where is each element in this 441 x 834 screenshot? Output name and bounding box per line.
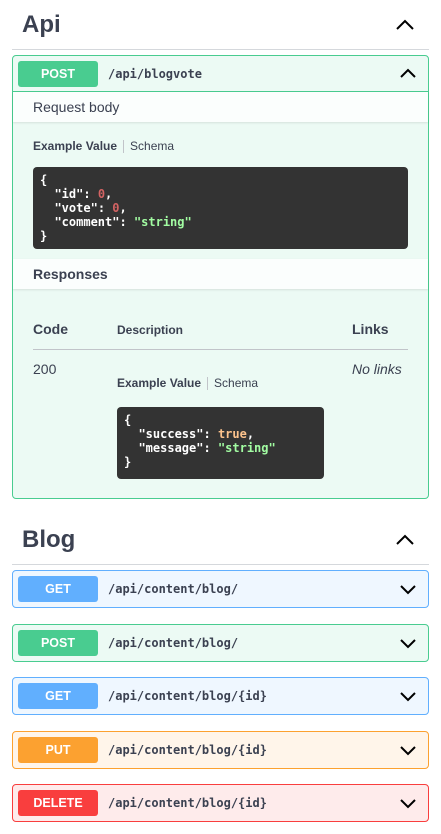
operation-get: GET/api/content/blog/{id} <box>12 677 429 715</box>
method-badge: POST <box>18 60 98 87</box>
method-badge: PUT <box>18 737 98 763</box>
response-example-tabs: Example Value Schema <box>117 376 258 390</box>
expand-operation-button[interactable] <box>395 576 421 602</box>
operation-path: /api/content/blog/ <box>108 636 239 650</box>
tab-schema[interactable]: Schema <box>214 376 258 390</box>
expand-operation-button[interactable] <box>395 683 421 709</box>
operation-path: /api/content/blog/{id} <box>108 743 267 757</box>
chevron-down-icon <box>400 584 416 594</box>
tab-divider <box>207 376 209 390</box>
brace-close: } <box>40 229 48 243</box>
operation-path: /api/content/blog/{id} <box>108 689 267 703</box>
chevron-up-icon <box>396 534 414 545</box>
expand-operation-button[interactable] <box>395 790 421 816</box>
tab-example-value[interactable]: Example Value <box>33 139 117 153</box>
tab-divider <box>123 139 125 153</box>
json-value: true <box>217 427 247 441</box>
colon: : <box>203 427 218 441</box>
response-code: 200 <box>33 361 57 377</box>
col-links: Links <box>352 321 389 337</box>
chevron-down-icon <box>400 691 416 701</box>
request-body-label: Request body <box>33 99 120 115</box>
section-title: Api <box>22 10 61 38</box>
json-key: "success" <box>138 427 204 441</box>
collapse-section-button[interactable] <box>385 5 425 45</box>
json-value: "string" <box>133 215 192 229</box>
expand-operation-button[interactable] <box>395 630 421 656</box>
operation-delete: DELETE/api/content/blog/{id} <box>12 784 429 822</box>
tab-example-value[interactable]: Example Value <box>117 376 201 390</box>
operation-put: PUT/api/content/blog/{id} <box>12 731 429 769</box>
col-description: Description <box>117 323 184 337</box>
comma: , <box>105 187 113 201</box>
chevron-up-icon <box>400 68 416 78</box>
operation-summary[interactable]: PUT/api/content/blog/{id} <box>13 732 428 768</box>
request-example-code: { "id": 0, "vote": 0, "comment": "string… <box>33 167 408 249</box>
json-key: "comment" <box>54 215 120 229</box>
example-tabs: Example Value Schema <box>33 139 174 153</box>
method-badge: GET <box>18 576 98 602</box>
operation-path: /api/content/blog/{id} <box>108 796 267 810</box>
method-badge: POST <box>18 630 98 656</box>
chevron-down-icon <box>400 638 416 648</box>
operation-summary[interactable]: POST/api/content/blog/ <box>13 625 428 661</box>
operation-summary[interactable]: POST /api/blogvote <box>13 56 428 92</box>
brace-open: { <box>124 413 132 427</box>
operation-path: /api/content/blog/ <box>108 582 239 596</box>
collapse-operation-button[interactable] <box>395 61 421 87</box>
section-title: Blog <box>22 525 76 553</box>
chevron-up-icon <box>396 19 414 30</box>
colon: : <box>83 187 98 201</box>
chevron-down-icon <box>400 798 416 808</box>
responses-table-header: Code Description Links <box>33 321 408 350</box>
operation-path: /api/blogvote <box>108 66 202 81</box>
operation-post: POST/api/content/blog/ <box>12 624 429 662</box>
response-links: No links <box>352 361 402 377</box>
expand-operation-button[interactable] <box>395 737 421 763</box>
operation-get: GET/api/content/blog/ <box>12 570 429 608</box>
operation-summary[interactable]: GET/api/content/blog/{id} <box>13 678 428 714</box>
responses-header: Responses <box>13 259 428 289</box>
request-body-header: Request body <box>13 92 428 122</box>
json-key: "vote" <box>54 201 98 215</box>
responses-label: Responses <box>33 266 108 282</box>
json-value: "string" <box>217 441 276 455</box>
comma: , <box>246 427 255 441</box>
colon: : <box>203 441 218 455</box>
section-header-api[interactable]: Api <box>12 0 429 50</box>
comma: , <box>119 201 127 215</box>
colon: : <box>97 201 113 215</box>
chevron-down-icon <box>400 745 416 755</box>
operation-post-blogvote: POST /api/blogvote Request body Example … <box>12 55 429 499</box>
tab-schema[interactable]: Schema <box>130 139 174 153</box>
colon: : <box>119 215 134 229</box>
method-badge: DELETE <box>18 790 98 816</box>
brace-close: } <box>124 455 132 469</box>
section-header-blog[interactable]: Blog <box>12 515 429 565</box>
collapse-section-button[interactable] <box>385 520 425 560</box>
operation-summary[interactable]: DELETE/api/content/blog/{id} <box>13 785 428 821</box>
json-key: "message" <box>138 441 204 455</box>
json-value: 0 <box>97 187 106 201</box>
json-key: "id" <box>54 187 84 201</box>
brace-open: { <box>40 173 48 187</box>
response-example-code: { "success": true, "message": "string" } <box>117 407 324 479</box>
json-value: 0 <box>112 201 120 215</box>
col-code: Code <box>33 321 68 337</box>
method-badge: GET <box>18 683 98 709</box>
operation-summary[interactable]: GET/api/content/blog/ <box>13 571 428 607</box>
